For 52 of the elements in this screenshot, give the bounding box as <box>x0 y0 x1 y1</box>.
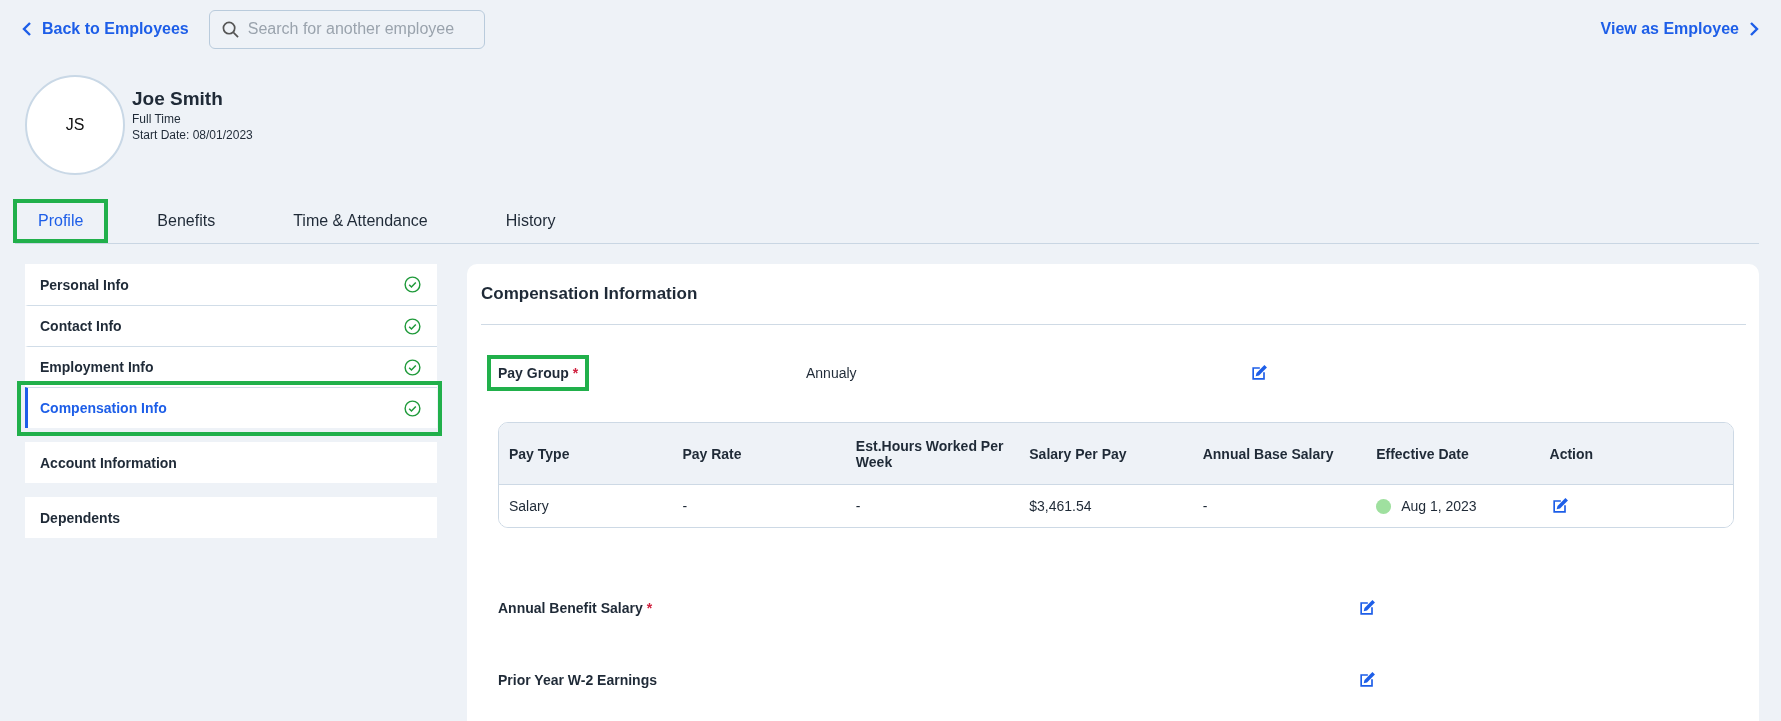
sidebar-item-label: Compensation Info <box>40 400 167 416</box>
edit-icon <box>1249 362 1269 383</box>
back-link[interactable]: Back to Employees <box>15 20 189 38</box>
tab[interactable]: Time & Attendance <box>266 200 455 241</box>
column-header: Annual Base Salary <box>1202 445 1335 462</box>
sidebar-item-label: Employment Info <box>40 359 154 375</box>
column-header: Salary Per Pay <box>1029 445 1128 462</box>
table-cell: Aug 1, 2023 <box>1401 498 1477 514</box>
column-header: Pay Rate <box>682 445 743 462</box>
start-date: Start Date: 08/01/2023 <box>132 128 253 142</box>
table-cell-text: - <box>855 498 862 514</box>
edit-icon <box>1357 598 1377 618</box>
sidebar-item[interactable]: Account Information <box>25 442 437 483</box>
table-cell-text: - <box>682 498 689 514</box>
search-input[interactable]: Search for another employee <box>245 19 472 39</box>
tab[interactable]: Benefits <box>130 200 243 241</box>
edit-button[interactable] <box>1249 362 1269 383</box>
sidebar-item-label: Personal Info <box>40 276 129 293</box>
employment-type: Full Time <box>132 112 182 126</box>
edit-button[interactable] <box>1357 670 1377 690</box>
panel-title: Compensation Information <box>481 264 1746 325</box>
column-header: Pay Type <box>509 445 571 462</box>
field-label: Annual Benefit Salary * <box>497 599 654 618</box>
check-circle-icon <box>404 358 421 376</box>
table-cell-text: $3,461.54 <box>1029 498 1093 514</box>
field-label: Pay Group * <box>487 354 590 391</box>
tab[interactable]: History <box>478 200 583 241</box>
sidebar-item-label: Contact Info <box>40 318 122 334</box>
sidebar-item-label: Account Information <box>40 454 177 471</box>
chevron-left-icon <box>22 22 32 36</box>
search-icon <box>221 20 239 38</box>
tab[interactable]: Profile <box>15 200 107 241</box>
employee-name: Joe Smith <box>132 88 224 110</box>
sidebar-item[interactable]: Compensation Info <box>25 387 437 428</box>
column-header: Action <box>1549 445 1595 462</box>
table-cell-text: Salary <box>509 498 550 514</box>
column-header: Effective Date <box>1376 445 1470 462</box>
column-header: Est.Hours Worked Per Week <box>855 437 1005 470</box>
edit-button[interactable] <box>1357 598 1377 618</box>
table-cell-text: - <box>1202 498 1209 514</box>
sidebar-item-label: Dependents <box>40 509 121 526</box>
search-field[interactable]: Search for another employee <box>208 9 485 49</box>
view-as-employee-link[interactable]: View as Employee <box>1593 20 1759 38</box>
check-circle-icon <box>404 276 421 293</box>
avatar: JS <box>25 75 125 175</box>
check-circle-icon <box>404 317 421 335</box>
chevron-right-icon <box>1749 22 1759 36</box>
sidebar-item[interactable]: Dependents <box>25 497 437 538</box>
check-circle-icon <box>404 399 421 417</box>
edit-icon <box>1357 670 1377 690</box>
field-label: Prior Year W-2 Earnings <box>497 671 658 690</box>
field-value: Annualy <box>806 364 858 381</box>
